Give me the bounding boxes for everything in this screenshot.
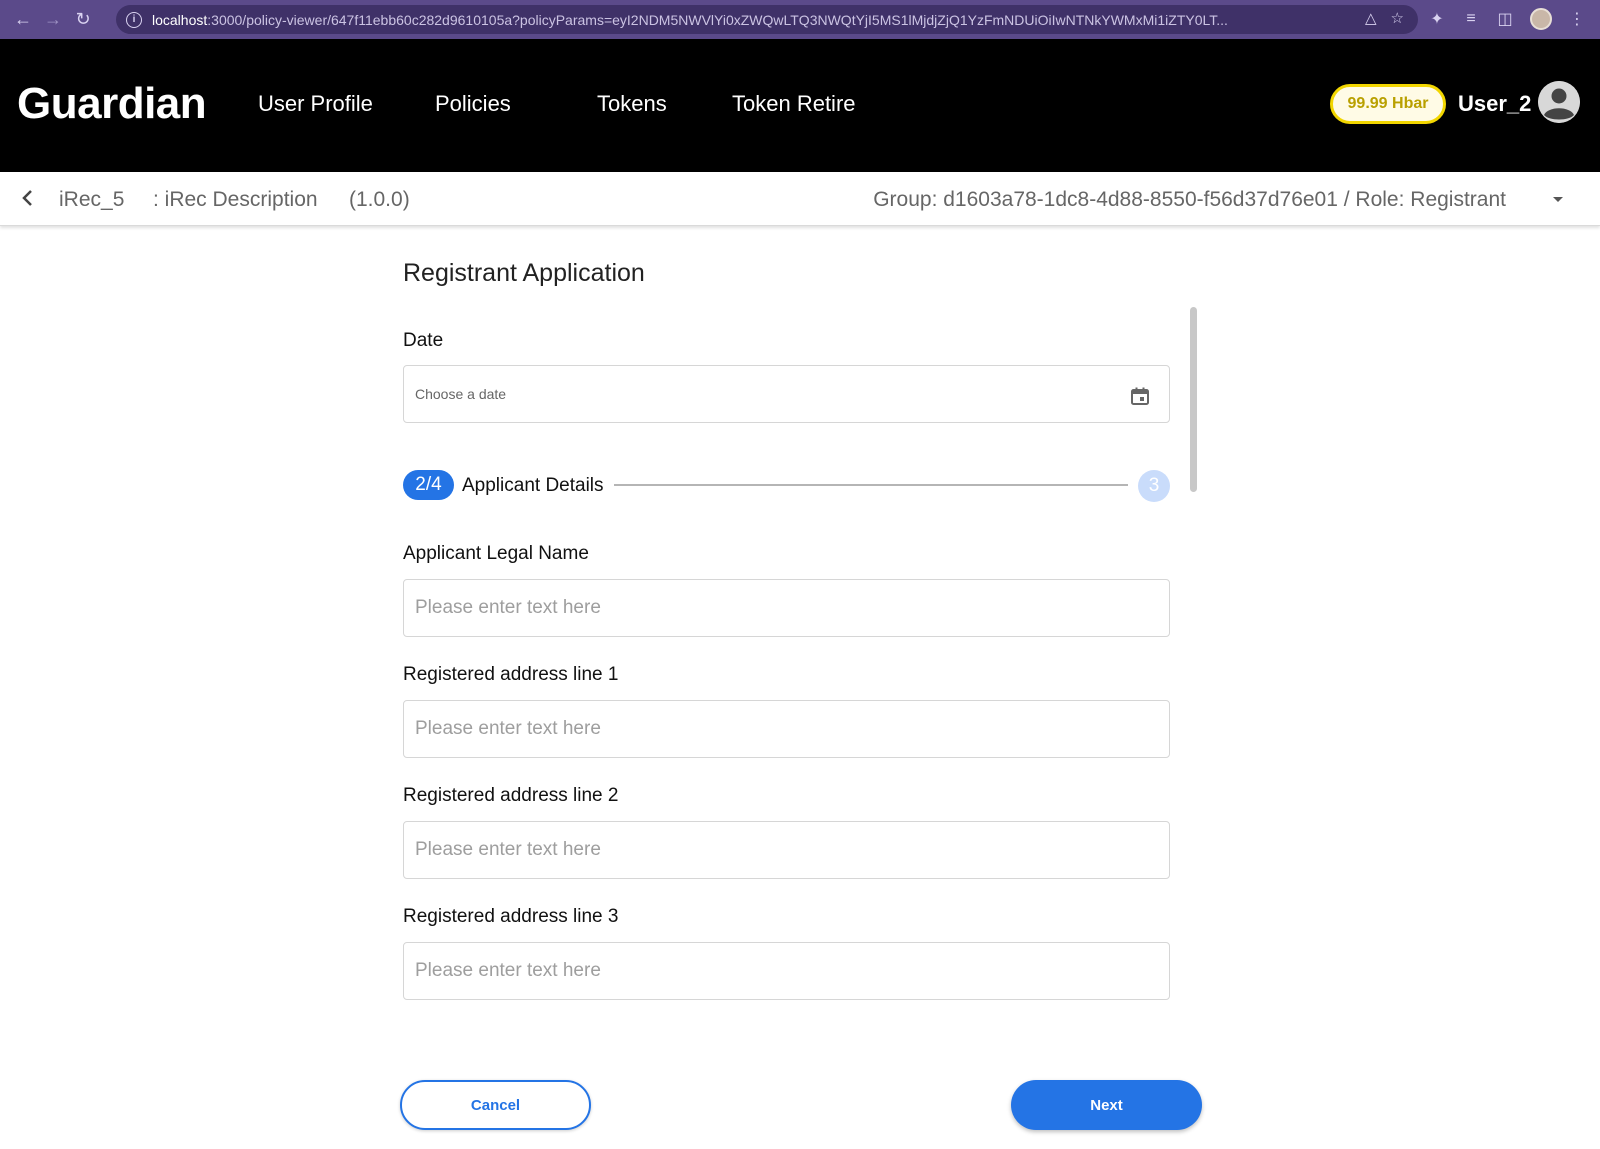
next-button[interactable]: Next [1011,1080,1202,1130]
side-panel-icon[interactable]: ◫ [1496,10,1514,28]
hbar-balance-badge: 99.99 Hbar [1330,84,1446,124]
date-field[interactable] [403,365,1170,423]
chevron-down-icon[interactable] [1548,188,1568,212]
forward-arrow-icon[interactable]: → [38,5,68,35]
nav-user-profile[interactable]: User Profile [258,91,373,117]
step-progress-line [614,484,1128,486]
step-counter-badge: 2/4 [403,470,454,500]
username[interactable]: User_2 [1458,91,1531,117]
address-line-1-label: Registered address line 1 [403,664,619,685]
nav-tokens[interactable]: Tokens [597,91,667,117]
back-chevron-icon[interactable] [14,184,42,212]
user-avatar-icon[interactable] [1538,81,1580,123]
address-line-3-label: Registered address line 3 [403,906,619,927]
brand-logo: Guardian [17,79,207,128]
url-text: localhost:3000/policy-viewer/647f11ebb60… [152,12,1357,28]
url-host: localhost [152,11,208,28]
address-line-1-field[interactable] [403,700,1170,758]
address-line-2-label: Registered address line 2 [403,785,619,806]
form-title: Registrant Application [403,259,645,287]
applicant-legal-name-field[interactable] [403,579,1170,637]
reading-list-icon[interactable]: ≡ [1462,10,1480,28]
bookmark-star-icon[interactable]: ☆ [1391,9,1404,27]
nav-token-retire[interactable]: Token Retire [732,91,856,117]
reload-icon[interactable]: ↻ [68,5,98,35]
applicant-legal-name-label: Applicant Legal Name [403,543,589,564]
date-label: Date [403,330,444,351]
step-title: Applicant Details [462,475,604,496]
browser-menu-icon[interactable]: ⋮ [1568,10,1586,28]
address-bar[interactable]: i localhost:3000/policy-viewer/647f11ebb… [116,5,1418,34]
policy-name: iRec_5 [59,188,125,211]
group-role-label[interactable]: Group: d1603a78-1dc8-4d88-8550-f56d37d76… [873,188,1506,212]
browser-profile-avatar[interactable] [1530,8,1552,30]
site-info-icon[interactable]: i [126,11,142,28]
back-arrow-icon[interactable]: ← [8,5,38,35]
policy-description: : iRec Description [153,188,318,211]
policy-info-bar: iRec_5 : iRec Description (1.0.0) Group:… [0,172,1600,226]
extensions-puzzle-icon[interactable]: ✦ [1428,10,1446,28]
policy-version: (1.0.0) [349,188,410,211]
calendar-icon[interactable] [1130,386,1150,406]
next-step-indicator[interactable]: 3 [1138,470,1170,502]
url-path: :3000/policy-viewer/647f11ebb60c282d9610… [207,11,1228,28]
cancel-button[interactable]: Cancel [400,1080,591,1130]
app-header: Guardian User Profile Policies Tokens To… [0,39,1600,172]
address-line-3-field[interactable] [403,942,1170,1000]
address-line-2-field[interactable] [403,821,1170,879]
share-icon[interactable]: △ [1365,9,1377,27]
browser-toolbar: ← → ↻ i localhost:3000/policy-viewer/647… [0,0,1600,39]
nav-policies[interactable]: Policies [435,91,511,117]
form-scrollbar[interactable] [1190,307,1197,492]
